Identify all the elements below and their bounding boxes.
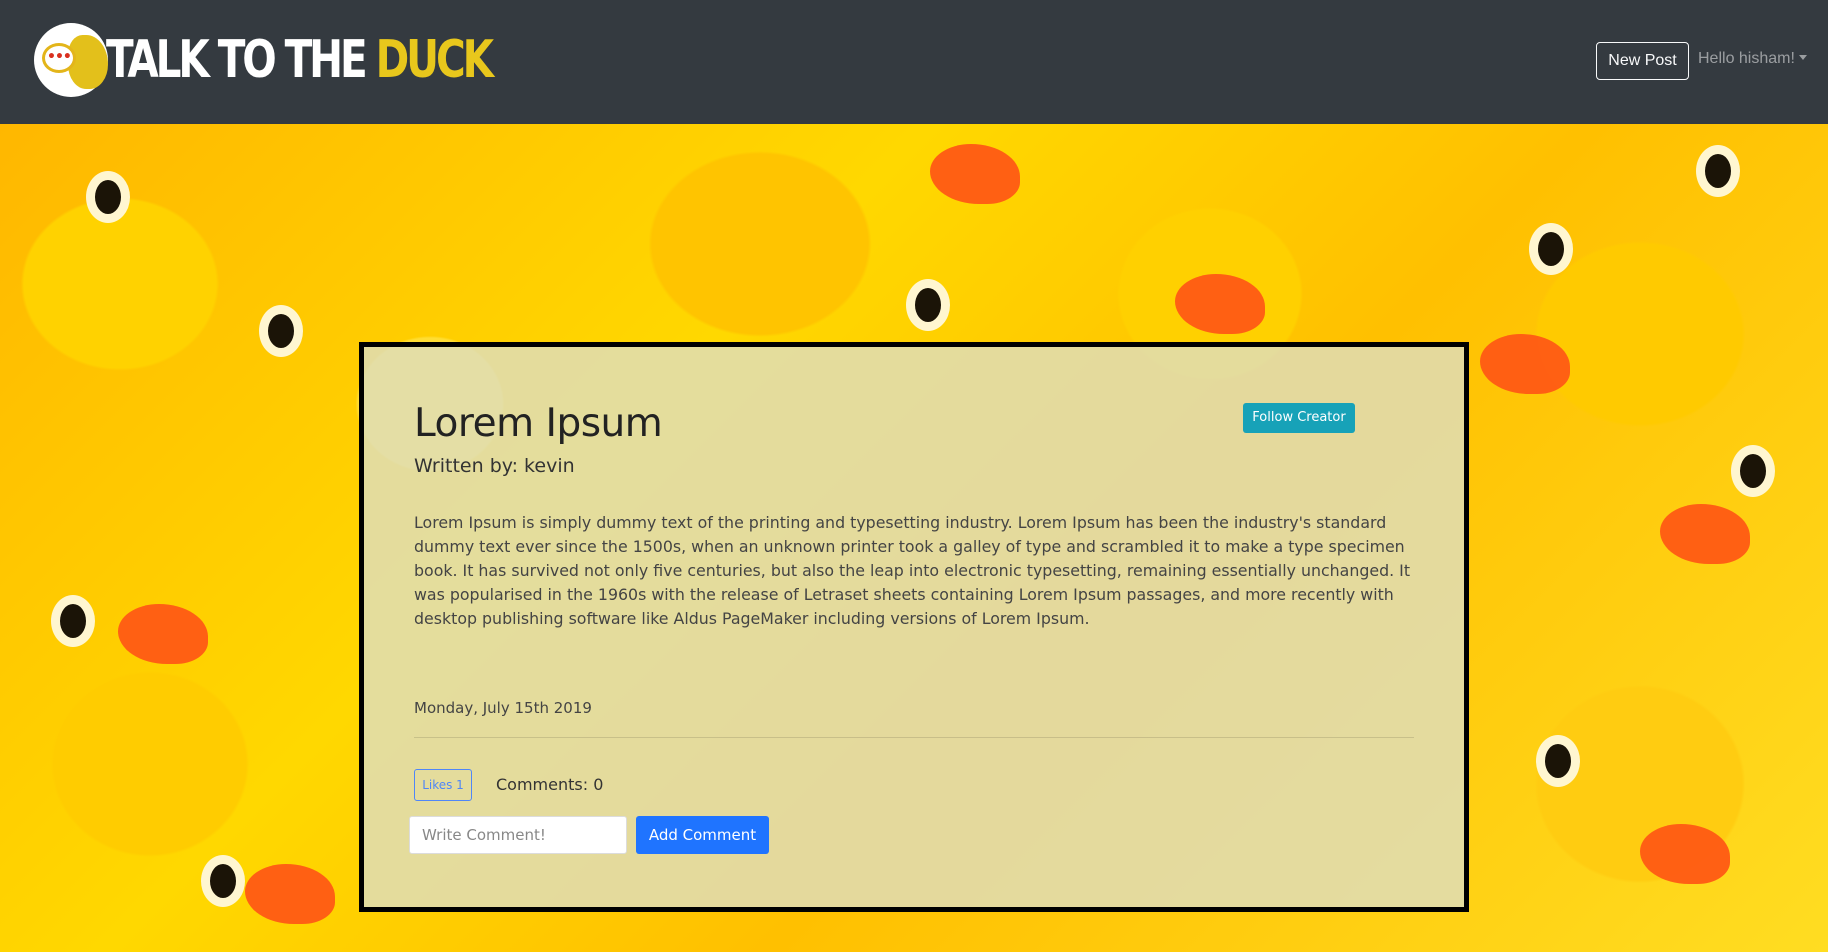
post-author: Written by: kevin bbox=[414, 455, 575, 477]
post-title: Lorem Ipsum bbox=[414, 401, 663, 446]
duck-eye-decoration bbox=[95, 180, 121, 214]
duck-eye-decoration bbox=[1705, 154, 1731, 188]
duck-eye-decoration bbox=[1545, 744, 1571, 778]
duck-beak-decoration bbox=[930, 144, 1020, 204]
site-logo[interactable]: ••• TALK TO THE DUCK bbox=[34, 22, 599, 98]
caret-down-icon bbox=[1798, 55, 1807, 60]
duck-beak-decoration bbox=[1640, 824, 1730, 884]
divider bbox=[414, 737, 1414, 738]
duck-speech-bubble-logo-icon: ••• bbox=[34, 23, 108, 97]
duck-beak-decoration bbox=[245, 864, 335, 924]
comments-count: Comments: 0 bbox=[496, 775, 604, 794]
logo-text-white: TALK TO THE bbox=[106, 30, 376, 90]
duck-eye-decoration bbox=[1538, 232, 1564, 266]
likes-button[interactable]: Likes 1 bbox=[414, 769, 472, 801]
duck-beak-decoration bbox=[118, 604, 208, 664]
duck-eye-decoration bbox=[1740, 454, 1766, 488]
duck-beak-decoration bbox=[1660, 504, 1750, 564]
duck-eye-decoration bbox=[210, 864, 236, 898]
duck-eye-decoration bbox=[915, 288, 941, 322]
duck-eye-decoration bbox=[60, 604, 86, 638]
logo-text-yellow: DUCK bbox=[375, 30, 494, 90]
follow-creator-button[interactable]: Follow Creator bbox=[1243, 403, 1355, 433]
logo-wordmark: TALK TO THE DUCK bbox=[106, 22, 494, 98]
add-comment-button[interactable]: Add Comment bbox=[636, 816, 769, 854]
duck-beak-decoration bbox=[1480, 334, 1570, 394]
post-date: Monday, July 15th 2019 bbox=[414, 699, 592, 717]
duck-eye-decoration bbox=[268, 314, 294, 348]
logo-ellipsis-dots: ••• bbox=[47, 49, 72, 65]
new-post-button[interactable]: New Post bbox=[1596, 42, 1689, 80]
duck-beak-decoration bbox=[1175, 274, 1265, 334]
post-card: Lorem Ipsum Written by: kevin Follow Cre… bbox=[359, 342, 1469, 912]
post-body: Lorem Ipsum is simply dummy text of the … bbox=[414, 513, 1411, 628]
comment-input[interactable] bbox=[409, 816, 627, 854]
user-menu-dropdown[interactable]: Hello hisham! bbox=[1698, 50, 1807, 68]
top-navbar: ••• TALK TO THE DUCK New Post Hello hish… bbox=[0, 0, 1828, 124]
user-menu-label: Hello hisham! bbox=[1698, 50, 1795, 67]
